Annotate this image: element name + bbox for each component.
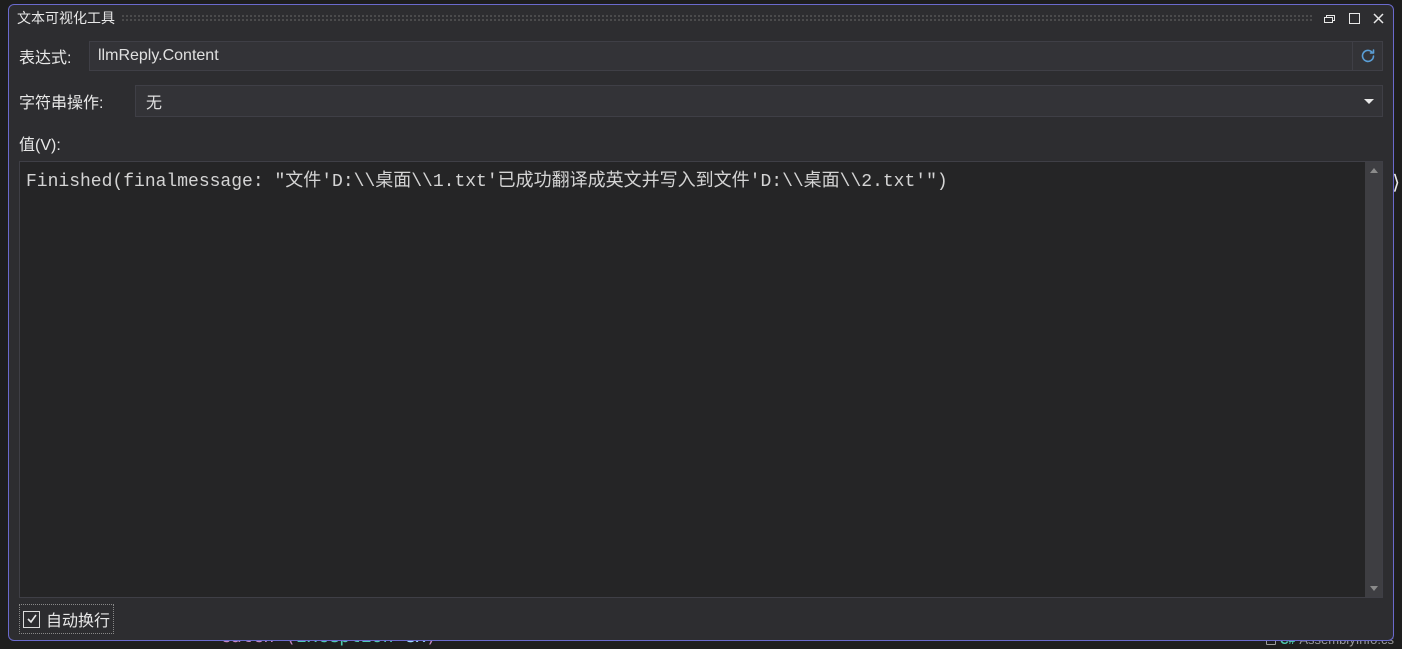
- string-ops-dropdown[interactable]: 无: [135, 85, 1383, 117]
- maximize-button[interactable]: [1343, 9, 1365, 27]
- value-text[interactable]: Finished(finalmessage: "文件'D:\\桌面\\1.txt…: [20, 162, 1365, 597]
- dialog-footer: 自动换行: [19, 598, 1383, 634]
- wrap-checkbox[interactable]: 自动换行: [21, 606, 112, 632]
- chevron-down-icon: [1364, 92, 1374, 110]
- checkbox-box[interactable]: [23, 611, 40, 628]
- close-button[interactable]: [1367, 9, 1389, 27]
- dropdown-selected-value: 无: [146, 89, 162, 113]
- scrollbar-track[interactable]: [1365, 179, 1382, 580]
- value-textbox[interactable]: Finished(finalmessage: "文件'D:\\桌面\\1.txt…: [19, 161, 1383, 598]
- expression-input[interactable]: [89, 41, 1353, 71]
- scroll-down-button[interactable]: [1365, 580, 1382, 597]
- dialog-content: 表达式: 字符串操作: 无 值(V): Finished(final: [9, 31, 1393, 640]
- text-visualizer-dialog: 文本可视化工具 表达式:: [8, 4, 1394, 641]
- vertical-scrollbar[interactable]: [1365, 162, 1382, 597]
- expression-row: 表达式:: [19, 41, 1383, 71]
- titlebar-dots[interactable]: [121, 14, 1313, 22]
- expression-label: 表达式:: [19, 44, 89, 68]
- wrap-checkbox-label: 自动换行: [46, 607, 110, 631]
- restore-down-button[interactable]: [1319, 9, 1341, 27]
- string-ops-label: 字符串操作:: [19, 89, 135, 113]
- scroll-up-button[interactable]: [1365, 162, 1382, 179]
- value-label: 值(V):: [19, 131, 1383, 155]
- string-ops-row: 字符串操作: 无: [19, 85, 1383, 117]
- dialog-title: 文本可视化工具: [17, 8, 115, 28]
- refresh-button[interactable]: [1353, 41, 1383, 71]
- titlebar[interactable]: 文本可视化工具: [9, 5, 1393, 31]
- titlebar-buttons: [1319, 9, 1389, 27]
